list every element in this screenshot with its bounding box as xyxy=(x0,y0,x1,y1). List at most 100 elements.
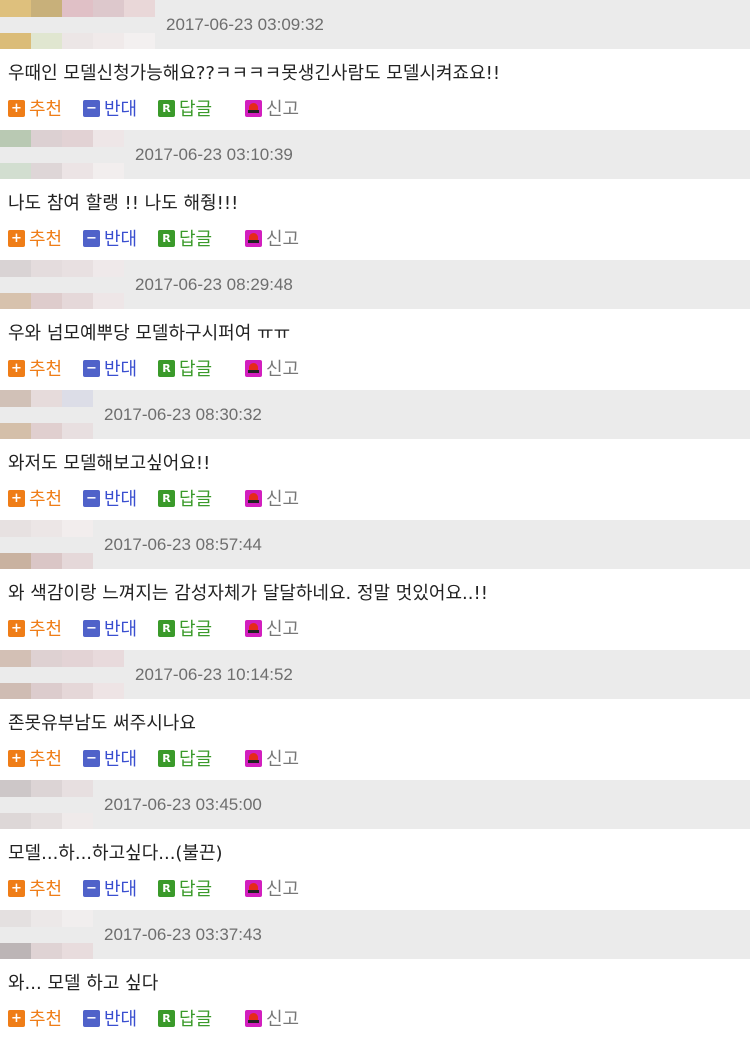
report-button[interactable]: 신고 xyxy=(245,875,299,901)
avatar-pixel xyxy=(31,390,62,407)
reply-button[interactable]: R 답글 xyxy=(158,485,212,511)
comment-actions: + 추천 − 반대 R 답글 신고 xyxy=(8,485,708,511)
oppose-label: 반대 xyxy=(104,619,138,640)
avatar-pixel xyxy=(124,33,155,49)
oppose-button[interactable]: − 반대 xyxy=(83,615,137,641)
avatar-pixel xyxy=(93,683,124,699)
reply-button[interactable]: R 답글 xyxy=(158,615,212,641)
avatar-pixel xyxy=(31,520,62,537)
comment-date: 2017-06-23 08:57:44 xyxy=(104,535,262,554)
recommend-button[interactable]: + 추천 xyxy=(8,875,62,901)
avatar-pixel xyxy=(62,553,93,569)
oppose-label: 반대 xyxy=(104,1009,138,1030)
oppose-button[interactable]: − 반대 xyxy=(83,745,137,771)
report-button[interactable]: 신고 xyxy=(245,1005,299,1031)
oppose-button[interactable]: − 반대 xyxy=(83,95,137,121)
avatar-pixel xyxy=(62,293,93,309)
comment-header: 2017-06-23 08:29:48 xyxy=(0,260,750,309)
reply-button[interactable]: R 답글 xyxy=(158,95,212,121)
avatar-pixel xyxy=(93,260,124,277)
comment-text: 와저도 모델해보고싶어요!! xyxy=(8,453,211,474)
avatar xyxy=(0,520,93,569)
reply-button[interactable]: R 답글 xyxy=(158,875,212,901)
avatar-pixel xyxy=(31,650,62,667)
report-button[interactable]: 신고 xyxy=(245,745,299,771)
recommend-button[interactable]: + 추천 xyxy=(8,95,62,121)
reply-label: 답글 xyxy=(179,619,213,640)
siren-icon xyxy=(245,619,262,637)
report-button[interactable]: 신고 xyxy=(245,355,299,381)
oppose-label: 반대 xyxy=(104,879,138,900)
comment-header: 2017-06-23 03:09:32 xyxy=(0,0,750,49)
avatar-pixel xyxy=(62,943,93,959)
avatar-pixel xyxy=(62,33,93,49)
recommend-button[interactable]: + 추천 xyxy=(8,355,62,381)
reply-button[interactable]: R 답글 xyxy=(158,225,212,251)
avatar-pixel xyxy=(62,910,93,927)
comment-actions: + 추천 − 반대 R 답글 신고 xyxy=(8,745,708,771)
siren-icon xyxy=(245,99,262,117)
report-label: 신고 xyxy=(266,619,300,640)
comment-text: 존못유부남도 써주시나요 xyxy=(8,713,196,734)
reply-button[interactable]: R 답글 xyxy=(158,1005,212,1031)
avatar-pixel xyxy=(62,0,93,17)
avatar-pixel xyxy=(93,33,124,49)
avatar xyxy=(0,780,93,829)
minus-icon: − xyxy=(83,489,100,507)
siren-icon xyxy=(245,359,262,377)
plus-icon: + xyxy=(8,749,25,767)
report-button[interactable]: 신고 xyxy=(245,225,299,251)
avatar-pixel xyxy=(31,943,62,959)
comment-header: 2017-06-23 03:10:39 xyxy=(0,130,750,179)
recommend-button[interactable]: + 추천 xyxy=(8,745,62,771)
oppose-button[interactable]: − 반대 xyxy=(83,225,137,251)
comment-item: 2017-06-23 10:14:52 존못유부남도 써주시나요 + 추천 − 반대 R 답글… xyxy=(0,650,750,781)
avatar-pixel xyxy=(124,0,155,17)
comment-body: 와 색감이랑 느껴지는 감성자체가 달달하네요. 정말 멋있어요..!! + 추천 −… xyxy=(0,569,750,651)
reply-label: 답글 xyxy=(179,489,213,510)
recommend-label: 추천 xyxy=(29,749,63,770)
comment-header: 2017-06-23 03:37:43 xyxy=(0,910,750,959)
report-button[interactable]: 신고 xyxy=(245,485,299,511)
report-label: 신고 xyxy=(266,489,300,510)
oppose-label: 반대 xyxy=(104,359,138,380)
comment-header: 2017-06-23 08:57:44 xyxy=(0,520,750,569)
avatar xyxy=(0,650,124,699)
avatar-pixel xyxy=(31,553,62,569)
report-button[interactable]: 신고 xyxy=(245,95,299,121)
comment-text: 우때인 모델신청가능해요??ㅋㅋㅋㅋ못생긴사람도 모델시켜죠요!! xyxy=(8,63,501,84)
comment-date: 2017-06-23 08:30:32 xyxy=(104,405,262,424)
siren-icon xyxy=(245,1009,262,1027)
plus-icon: + xyxy=(8,489,25,507)
oppose-button[interactable]: − 반대 xyxy=(83,355,137,381)
avatar-pixel xyxy=(31,780,62,797)
recommend-button[interactable]: + 추천 xyxy=(8,225,62,251)
comment-body: 우와 넘모예뿌당 모델하구시퍼여 ㅠㅠ + 추천 − 반대 R 답글 신고 xyxy=(0,309,750,391)
comment-actions: + 추천 − 반대 R 답글 신고 xyxy=(8,1005,708,1031)
reply-button[interactable]: R 답글 xyxy=(158,355,212,381)
recommend-button[interactable]: + 추천 xyxy=(8,1005,62,1031)
oppose-button[interactable]: − 반대 xyxy=(83,875,137,901)
oppose-label: 반대 xyxy=(104,489,138,510)
reply-label: 답글 xyxy=(179,359,213,380)
avatar-pixel xyxy=(62,260,93,277)
oppose-button[interactable]: − 반대 xyxy=(83,1005,137,1031)
avatar-pixel xyxy=(31,813,62,829)
recommend-label: 추천 xyxy=(29,359,63,380)
comment-actions: + 추천 − 반대 R 답글 신고 xyxy=(8,225,708,251)
avatar-pixel xyxy=(93,293,124,309)
recommend-button[interactable]: + 추천 xyxy=(8,615,62,641)
minus-icon: − xyxy=(83,99,100,117)
oppose-button[interactable]: − 반대 xyxy=(83,485,137,511)
comment-date: 2017-06-23 08:29:48 xyxy=(135,275,293,294)
avatar xyxy=(0,910,93,959)
report-button[interactable]: 신고 xyxy=(245,615,299,641)
avatar-pixel xyxy=(62,130,93,147)
reply-button[interactable]: R 답글 xyxy=(158,745,212,771)
recommend-button[interactable]: + 추천 xyxy=(8,485,62,511)
report-label: 신고 xyxy=(266,1009,300,1030)
avatar-pixel xyxy=(0,130,31,147)
avatar-pixel xyxy=(0,943,31,959)
minus-icon: − xyxy=(83,749,100,767)
comment-header: 2017-06-23 03:45:00 xyxy=(0,780,750,829)
